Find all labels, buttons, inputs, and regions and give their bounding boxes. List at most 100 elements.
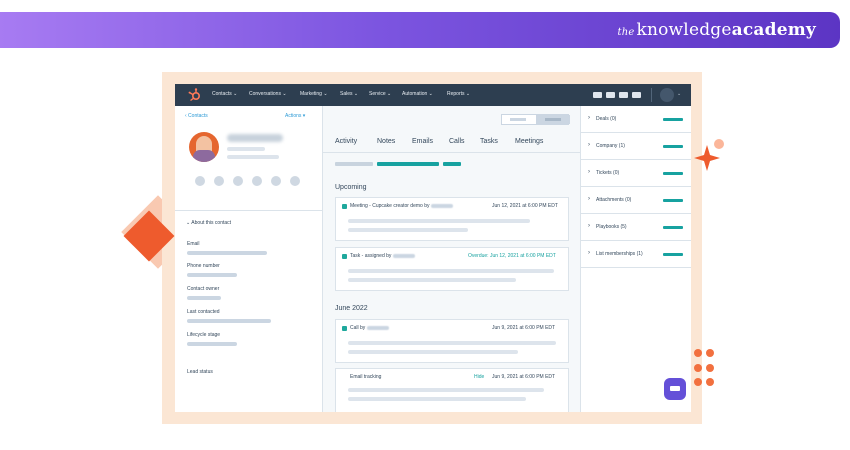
section-label: Tickets (0) — [596, 170, 620, 176]
placeholder-line — [348, 397, 526, 401]
tab-notes[interactable]: Notes — [377, 138, 395, 145]
toggle-option-active[interactable] — [536, 115, 570, 124]
quick-action-button[interactable] — [195, 176, 205, 186]
add-bar[interactable] — [663, 226, 683, 229]
field-value-placeholder[interactable] — [187, 342, 237, 346]
placeholder-line — [348, 219, 530, 223]
card-title: Meeting - Cupcake creator demo by — [350, 203, 453, 209]
activity-timeline: Activity Notes Emails Calls Tasks Meetin… — [323, 106, 580, 412]
field-value-placeholder[interactable] — [187, 251, 267, 255]
nav-sales[interactable]: Sales ⌄ — [340, 91, 358, 97]
field-label-owner: Contact owner — [187, 286, 220, 292]
section-list-memberships[interactable]: › List memberships (1) — [581, 241, 691, 268]
contact-avatar — [189, 132, 219, 162]
add-bar[interactable] — [663, 145, 683, 148]
timeline-card-email[interactable]: Email tracking Hide Jun 9, 2021 at 6:00 … — [335, 368, 569, 412]
actions-menu[interactable]: Actions ▾ — [285, 113, 305, 119]
placeholder-line — [348, 228, 468, 232]
brand-logo: the knowledgeacademy — [617, 20, 816, 40]
divider — [175, 210, 323, 211]
card-title: Task - assigned by — [350, 253, 415, 259]
card-title: Email tracking — [350, 374, 382, 380]
tab-calls[interactable]: Calls — [449, 138, 465, 145]
quick-action-button[interactable] — [214, 176, 224, 186]
card-date-overdue: Overdue: Jun 12, 2021 at 6:00 PM EDT — [468, 253, 556, 259]
quick-action-button[interactable] — [271, 176, 281, 186]
hubspot-logo-icon[interactable] — [188, 88, 202, 102]
chevron-right-icon: › — [588, 250, 590, 256]
top-navigation: Contacts ⌄ Conversations ⌄ Marketing ⌄ S… — [175, 84, 691, 106]
field-label-lifecycle: Lifecycle stage — [187, 332, 221, 338]
field-label-last-contacted: Last contacted — [187, 309, 220, 315]
filter-chip-active[interactable] — [377, 162, 439, 166]
chat-widget-button[interactable] — [664, 378, 686, 400]
placeholder-line — [227, 155, 279, 159]
add-bar[interactable] — [663, 253, 683, 256]
brand-banner: the knowledgeacademy — [0, 12, 840, 48]
quick-action-button[interactable] — [290, 176, 300, 186]
add-bar[interactable] — [663, 199, 683, 202]
section-company[interactable]: › Company (1) — [581, 133, 691, 160]
nav-automation[interactable]: Automation ⌄ — [402, 91, 433, 97]
contact-sidebar: ‹ Contacts Actions ▾ ⌄ About this contac… — [175, 106, 323, 412]
field-label-email: Email — [187, 241, 200, 247]
quick-action-button[interactable] — [233, 176, 243, 186]
section-deals[interactable]: › Deals (0) — [581, 106, 691, 133]
field-value-placeholder[interactable] — [187, 319, 271, 323]
associations-sidebar: › Deals (0) › Company (1) › Tickets (0) … — [580, 106, 691, 412]
nav-service[interactable]: Service ⌄ — [369, 91, 391, 97]
tab-tasks[interactable]: Tasks — [480, 138, 498, 145]
user-avatar[interactable] — [660, 88, 674, 102]
card-date: Jun 9, 2021 at 6:00 PM EDT — [492, 325, 556, 331]
section-playbooks[interactable]: › Playbooks (5) — [581, 214, 691, 241]
brand-prefix: the — [617, 27, 635, 38]
add-bar[interactable] — [663, 118, 683, 121]
nav-icon-button[interactable] — [619, 92, 628, 98]
placeholder-line — [348, 350, 518, 354]
nav-conversations[interactable]: Conversations ⌄ — [249, 91, 287, 97]
about-contact-toggle[interactable]: ⌄ About this contact — [186, 220, 231, 226]
nav-icon-button[interactable] — [593, 92, 602, 98]
section-label: Deals (0) — [596, 116, 617, 122]
field-label-lead-status: Lead status — [187, 369, 213, 375]
section-june-2022: June 2022 — [335, 305, 368, 312]
placeholder-line — [348, 278, 516, 282]
view-toggle[interactable] — [501, 114, 570, 125]
timeline-card-call[interactable]: Call by Jun 9, 2021 at 6:00 PM EDT — [335, 319, 569, 363]
section-label: Attachments (0) — [596, 197, 632, 203]
tab-meetings[interactable]: Meetings — [515, 138, 543, 145]
nav-icon-button[interactable] — [632, 92, 641, 98]
call-icon — [342, 326, 347, 331]
section-tickets[interactable]: › Tickets (0) — [581, 160, 691, 187]
contact-name-redacted — [227, 134, 283, 142]
tab-activity[interactable]: Activity — [335, 138, 357, 145]
timeline-card-task[interactable]: Task - assigned by Overdue: Jun 12, 2021… — [335, 247, 569, 291]
field-value-placeholder[interactable] — [187, 296, 221, 300]
filter-chip[interactable] — [335, 162, 373, 166]
field-value-placeholder[interactable] — [187, 273, 237, 277]
section-attachments[interactable]: › Attachments (0) — [581, 187, 691, 214]
nav-icon-button[interactable] — [606, 92, 615, 98]
timeline-card-meeting[interactable]: Meeting - Cupcake creator demo by Jun 12… — [335, 197, 569, 241]
brand-suffix: academy — [731, 20, 816, 40]
nav-reports[interactable]: Reports ⌄ — [447, 91, 470, 97]
chevron-down-icon[interactable]: ⌄ — [677, 91, 681, 97]
meeting-icon — [342, 204, 347, 209]
toggle-option[interactable] — [510, 118, 526, 121]
card-title: Call by — [350, 325, 389, 331]
tab-emails[interactable]: Emails — [412, 138, 433, 145]
nav-contacts[interactable]: Contacts ⌄ — [212, 91, 237, 97]
back-to-contacts-link[interactable]: ‹ Contacts — [185, 113, 208, 119]
filter-chip-active[interactable] — [443, 162, 461, 166]
chevron-right-icon: › — [588, 223, 590, 229]
hide-link[interactable]: Hide — [474, 374, 484, 380]
crm-app-window: Contacts ⌄ Conversations ⌄ Marketing ⌄ S… — [175, 84, 691, 412]
section-label: Playbooks (5) — [596, 224, 627, 230]
card-date: Jun 9, 2021 at 6:00 PM EDT — [492, 374, 556, 380]
section-label: Company (1) — [596, 143, 625, 149]
add-bar[interactable] — [663, 172, 683, 175]
nav-marketing[interactable]: Marketing ⌄ — [300, 91, 328, 97]
chevron-right-icon: › — [588, 115, 590, 121]
quick-action-button[interactable] — [252, 176, 262, 186]
chevron-right-icon: › — [588, 196, 590, 202]
